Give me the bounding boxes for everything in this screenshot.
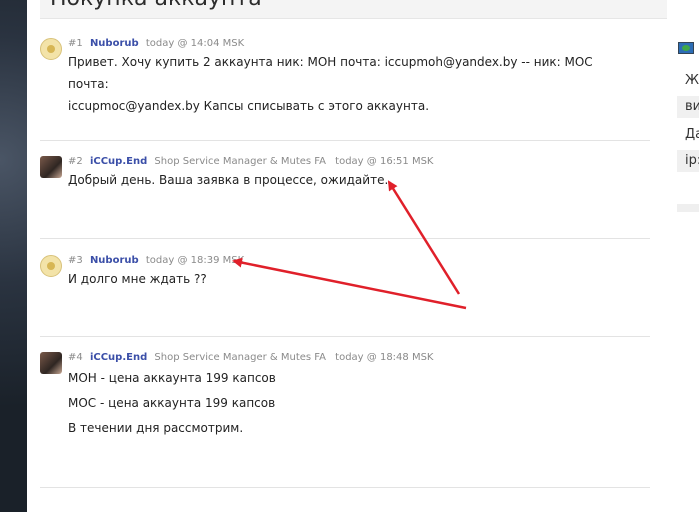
- arrow-to-post-2: [387, 180, 461, 295]
- arrow-to-post-3: [232, 257, 467, 310]
- annotation-arrows: [232, 180, 467, 310]
